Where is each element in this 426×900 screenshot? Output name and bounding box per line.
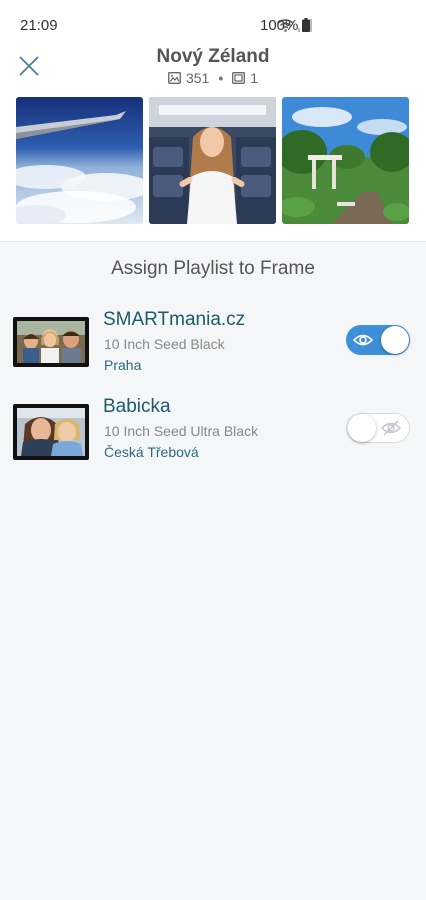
battery-icon bbox=[302, 18, 310, 32]
frame-model: 10 Inch Seed Black bbox=[104, 336, 225, 352]
section-title: Assign Playlist to Frame bbox=[111, 258, 315, 279]
eye-off-icon bbox=[381, 420, 401, 436]
assign-toggle[interactable] bbox=[346, 413, 410, 443]
photo-garden-pergola[interactable] bbox=[282, 97, 409, 224]
frame-list-item[interactable]: Babicka 10 Inch Seed Ultra Black Česká T… bbox=[0, 396, 426, 468]
photo-train-interior[interactable] bbox=[149, 97, 276, 224]
meta-separator: • bbox=[218, 70, 224, 86]
photos-icon bbox=[168, 72, 181, 84]
status-time: 21:09 bbox=[20, 17, 58, 34]
photo-count: 351 bbox=[185, 70, 210, 86]
frame-thumbnail bbox=[13, 404, 89, 460]
album-photos bbox=[16, 97, 409, 224]
album-meta: 351 • 1 bbox=[0, 70, 426, 86]
status-bar: 21:09 100% bbox=[0, 0, 426, 52]
assign-toggle[interactable] bbox=[346, 325, 410, 355]
toggle-knob bbox=[348, 414, 376, 442]
frame-location: Česká Třebová bbox=[104, 444, 199, 460]
frame-list-item[interactable]: SMARTmania.cz 10 Inch Seed Black Praha bbox=[0, 309, 426, 381]
frame-model: 10 Inch Seed Ultra Black bbox=[104, 423, 259, 439]
frame-thumbnail bbox=[13, 317, 89, 367]
toggle-knob bbox=[381, 326, 409, 354]
frame-name: Babicka bbox=[103, 396, 171, 417]
eye-icon bbox=[353, 334, 373, 346]
frame-location: Praha bbox=[104, 357, 142, 373]
battery-percent: 100% bbox=[260, 17, 299, 34]
album-header: 21:09 100% Nový Zéland 351 • 1 bbox=[0, 0, 426, 242]
frame-name: SMARTmania.cz bbox=[103, 309, 246, 330]
frame-icon bbox=[232, 72, 246, 84]
photo-airplane-wing[interactable] bbox=[16, 97, 143, 224]
frame-count: 1 bbox=[250, 70, 259, 86]
album-title: Nový Zéland bbox=[156, 46, 270, 67]
